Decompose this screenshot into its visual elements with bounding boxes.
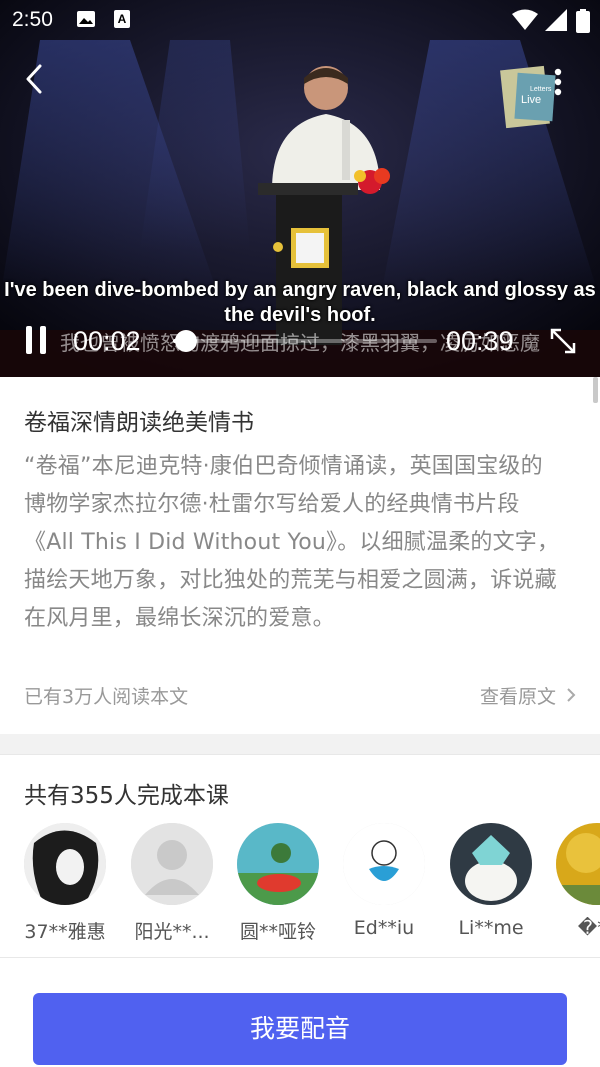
learner-list[interactable]: 37**雅惠 阳光**... 圆**哑铃 Ed**iu Li**me � [0,823,600,943]
current-time: 00:02 [73,326,141,356]
learner-name: 37**雅惠 [24,921,106,943]
status-time: 2:50 [12,8,53,31]
fullscreen-icon[interactable] [548,326,578,356]
learner-name: 圆**哑铃 [239,921,316,943]
video-player[interactable]: Letters Live 2:50 A 我也曾被愤怒的渡鸦迎面掠过，漆黑羽翼，凌… [0,0,600,377]
duration: 00:39 [446,326,514,356]
read-count: 已有3万人阅读本文 [24,686,189,708]
learner-item[interactable]: Li**me [438,823,544,939]
back-icon[interactable] [18,62,52,96]
learner-item[interactable]: 阳光**... [119,823,225,943]
learner-item[interactable]: 圆**哑铃 [225,823,331,943]
avatar [450,823,532,905]
avatar [24,823,106,905]
subtitle-english: I've been dive-bombed by an angry raven,… [4,279,596,326]
learner-name: Ed**iu [353,917,415,939]
learner-name: 阳光**... [134,921,210,943]
learner-name: Li**me [458,917,524,939]
learner-item[interactable]: Ed**iu [331,823,437,939]
lesson-intro-card: 卷福深情朗读绝美情书 “卷福”本尼迪克特·康伯巴奇倾情诵读，英国国宝级的博物学家… [0,377,600,734]
completed-count-title: 共有355人完成本课 [24,783,229,809]
avatar [131,823,213,905]
completed-learners-card: 共有355人完成本课 37**雅惠 阳光**... 圆**哑铃 Ed**iu L… [0,754,600,958]
status-bar: 2:50 A [0,0,600,40]
avatar [343,823,425,905]
scrollbar[interactable] [593,377,598,403]
progress-slider[interactable] [173,330,437,352]
chevron-right-icon [566,686,576,708]
learner-name: �** [577,917,600,939]
learner-item[interactable]: �** [544,823,600,939]
learner-item[interactable]: 37**雅惠 [12,823,118,943]
avatar [237,823,319,905]
wifi-icon [512,9,538,30]
more-options-icon[interactable] [546,66,570,100]
lesson-title: 卷福深情朗读绝美情书 [24,410,254,436]
svg-text:Live: Live [521,94,541,106]
dubbing-button[interactable]: 我要配音 [33,993,567,1065]
pause-icon[interactable] [24,324,48,356]
text-a-icon: A [114,10,130,28]
lesson-description: “卷福”本尼迪克特·康伯巴奇倾情诵读，英国国宝级的博物学家杰拉尔德·杜雷尔写给爱… [24,454,560,631]
view-original-label: 查看原文 [479,686,556,708]
avatar [556,823,600,905]
image-icon [77,11,95,27]
svg-text:A: A [118,12,127,26]
signal-icon [545,9,567,31]
view-original-link[interactable]: 查看原文 [480,682,576,709]
battery-icon [576,9,590,33]
